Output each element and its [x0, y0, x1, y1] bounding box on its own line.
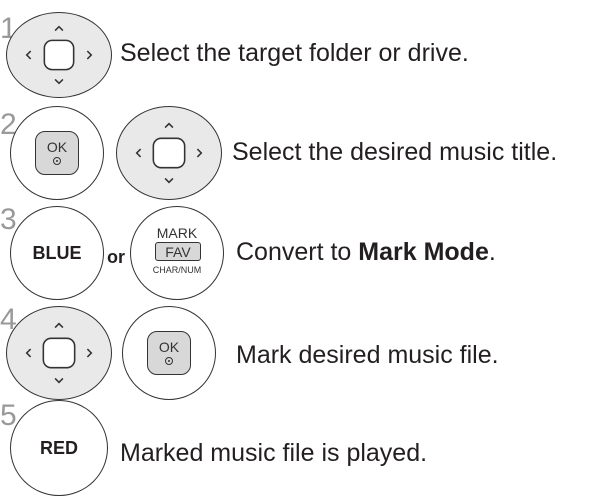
mark-label: MARK	[156, 225, 198, 241]
ok-button[interactable]: OK	[35, 131, 79, 175]
step-instruction: Select the target folder or drive.	[120, 39, 469, 67]
blue-button[interactable]: BLUE	[10, 206, 104, 300]
step-instruction: Marked music file is played.	[120, 439, 428, 467]
instruction-prefix: Convert to	[236, 238, 359, 266]
red-button[interactable]: RED	[10, 400, 108, 496]
blue-button-label: BLUE	[32, 242, 82, 263]
ok-dot-icon	[53, 157, 61, 165]
or-label: or	[107, 247, 125, 267]
step-instruction: Select the desired music title.	[232, 138, 558, 166]
mark-fav-button[interactable]: MARK FAV CHAR/NUM	[130, 206, 224, 300]
step-number: 3	[0, 203, 17, 236]
ok-button-outer[interactable]: OK	[10, 106, 104, 200]
step-instruction: Mark desired music file.	[236, 341, 499, 369]
mark-mode-text: Mark Mode	[358, 238, 489, 266]
ok-button-outer[interactable]: OK	[122, 306, 216, 400]
ok-button[interactable]: OK	[147, 331, 191, 375]
nav-button[interactable]	[6, 306, 112, 400]
char-num-label: CHAR/NUM	[152, 265, 202, 275]
ok-label: OK	[46, 139, 68, 155]
red-button-label: RED	[39, 437, 78, 458]
ok-label: OK	[158, 339, 180, 355]
ok-dot-icon	[165, 357, 173, 365]
arrow-pad-icon	[25, 322, 93, 384]
nav-button[interactable]	[116, 106, 222, 200]
instruction-suffix: .	[488, 238, 496, 266]
arrow-pad-icon	[25, 25, 93, 85]
fav-key: FAV	[155, 242, 201, 261]
step-instruction: Convert to Mark Mode.	[236, 240, 496, 265]
arrow-pad-icon	[135, 122, 203, 184]
nav-button[interactable]	[6, 12, 112, 98]
fav-label: FAV	[165, 244, 191, 260]
